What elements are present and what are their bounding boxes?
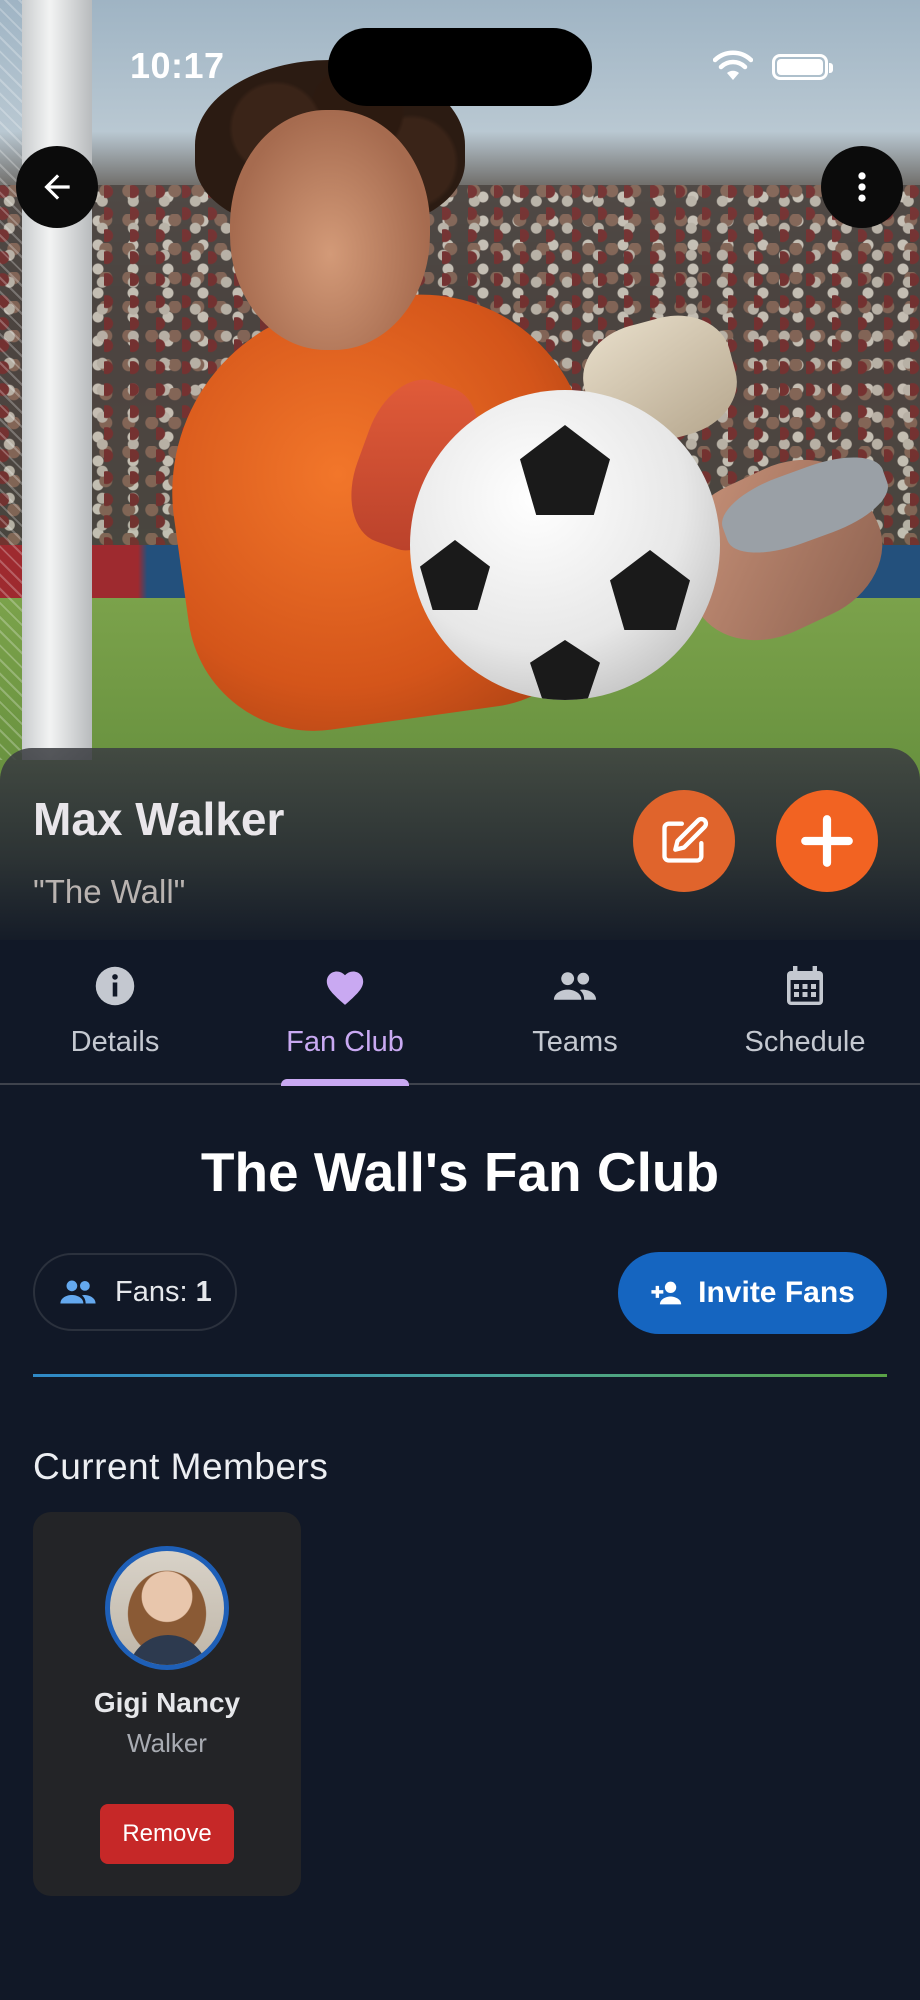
calendar-icon	[783, 964, 827, 1008]
info-icon	[93, 964, 137, 1008]
heart-icon	[323, 964, 367, 1008]
member-name: Gigi Nancy	[93, 1687, 241, 1718]
member-last-name: Walker	[127, 1728, 207, 1758]
fans-label: Fans:	[115, 1275, 188, 1308]
tab-label: Teams	[532, 1026, 618, 1058]
avatar	[105, 1546, 229, 1670]
battery-icon	[772, 54, 833, 80]
member-card: Gigi Nancy Walker Remove	[33, 1512, 301, 1896]
player-face	[230, 110, 430, 350]
tab-fan-club[interactable]: Fan Club	[230, 940, 460, 1085]
player-nickname: "The Wall"	[33, 873, 186, 910]
goal-net	[0, 0, 24, 760]
tab-schedule[interactable]: Schedule	[690, 940, 920, 1085]
active-tab-indicator	[281, 1079, 409, 1086]
soccer-ball	[410, 390, 720, 700]
edit-button[interactable]	[633, 790, 735, 892]
fans-count-text: Fans: 1	[115, 1276, 212, 1309]
people-icon	[60, 1280, 96, 1304]
tab-label: Schedule	[744, 1026, 866, 1058]
tab-bar: Details Fan Club Teams Schedule	[0, 940, 920, 1085]
remove-member-button[interactable]: Remove	[100, 1804, 234, 1864]
invite-fans-label: Invite Fans	[698, 1276, 855, 1309]
tab-teams[interactable]: Teams	[460, 940, 690, 1085]
fans-count: 1	[195, 1275, 212, 1308]
dynamic-island	[328, 28, 592, 106]
current-members-heading: Current Members	[33, 1446, 329, 1487]
more-vertical-icon	[858, 172, 866, 202]
fan-club-title: The Wall's Fan Club	[200, 1141, 720, 1203]
edit-icon	[662, 816, 709, 863]
people-icon	[553, 964, 597, 1008]
tab-label: Fan Club	[286, 1026, 404, 1058]
invite-fans-button[interactable]: Invite Fans	[618, 1252, 887, 1334]
person-add-icon	[651, 1281, 682, 1305]
wifi-icon	[713, 50, 753, 80]
add-button[interactable]	[776, 790, 878, 892]
player-name: Max Walker	[33, 793, 285, 845]
arrow-left-icon	[44, 174, 70, 200]
fans-count-badge: Fans: 1	[33, 1253, 237, 1331]
gradient-divider	[33, 1374, 887, 1377]
more-options-button[interactable]	[821, 146, 903, 228]
plus-icon	[801, 815, 853, 867]
tab-details[interactable]: Details	[0, 940, 230, 1085]
status-time: 10:17	[130, 45, 225, 86]
goal-post	[22, 0, 92, 760]
tab-label: Details	[70, 1026, 160, 1058]
back-button[interactable]	[16, 146, 98, 228]
